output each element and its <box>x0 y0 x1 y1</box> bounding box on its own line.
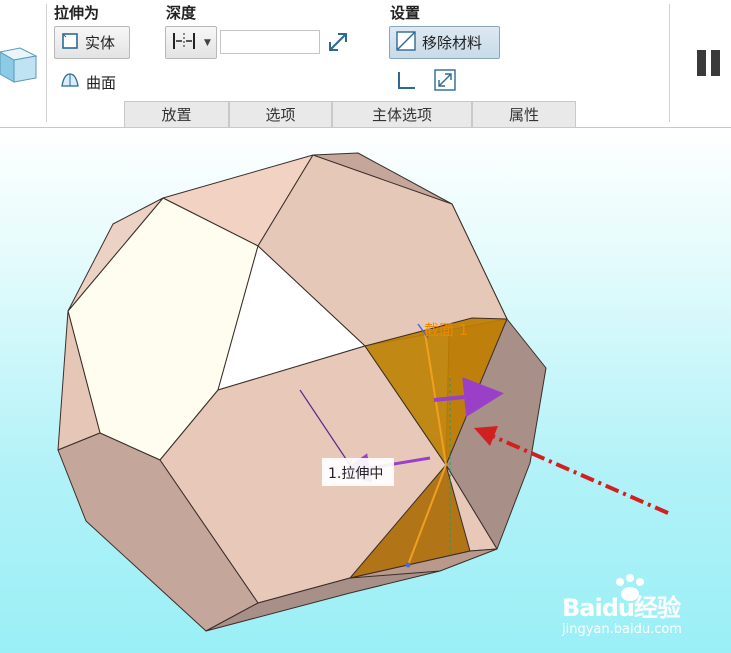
remove-material-label: 移除材料 <box>422 34 483 52</box>
tab-body-options[interactable]: 主体选项 <box>332 101 472 127</box>
flip-direction-button[interactable] <box>326 30 350 54</box>
symmetric-depth-icon <box>170 31 198 55</box>
extrude-feature-icon[interactable] <box>0 44 38 86</box>
tab-placement[interactable]: 放置 <box>124 101 229 127</box>
solid-icon <box>61 32 79 54</box>
flip-material-icon <box>434 69 456 91</box>
solid-button[interactable]: 实体 <box>54 26 130 59</box>
remove-material-button[interactable]: 移除材料 <box>389 26 500 59</box>
toolbar-separator <box>46 4 47 122</box>
tab-options[interactable]: 选项 <box>229 101 332 127</box>
depth-option-button[interactable]: ▼ <box>165 26 217 59</box>
graphics-viewport[interactable]: 截面 1 1.拉伸中 Baidu经验 jingyan.baidu.com <box>0 128 731 653</box>
sketch-label[interactable]: 截面 1 <box>424 321 468 339</box>
thicken-icon <box>398 72 415 89</box>
tab-properties[interactable]: 属性 <box>472 101 576 127</box>
surface-button[interactable]: 曲面 <box>60 70 116 94</box>
extrude-as-label: 拉伸为 <box>54 4 100 22</box>
depth-value-input[interactable] <box>220 30 320 54</box>
extrude-dashboard: 拉伸为 实体 曲面 深度 ▼ 设置 移除材料 放置 选项 主体选项 属性 <box>0 0 731 128</box>
flip-direction-icon <box>329 33 347 51</box>
pause-button[interactable] <box>694 48 724 78</box>
toolbar-separator <box>669 4 670 122</box>
thicken-sketch-button[interactable] <box>396 69 418 91</box>
center-label[interactable]: 1.拉伸中 <box>328 466 383 482</box>
sketch-vertex <box>405 562 411 568</box>
surface-label: 曲面 <box>86 73 117 92</box>
baidu-watermark: Baidu经验 jingyan.baidu.com <box>560 574 710 644</box>
depth-label: 深度 <box>166 4 197 22</box>
pause-icon <box>697 50 720 76</box>
settings-label: 设置 <box>390 4 421 22</box>
watermark-url: jingyan.baidu.com <box>562 622 682 637</box>
solid-label: 实体 <box>85 34 116 52</box>
remove-material-icon <box>396 30 416 55</box>
flip-material-button[interactable] <box>434 69 456 91</box>
watermark-logo: Baidu经验 <box>562 594 681 622</box>
chevron-down-icon: ▼ <box>204 37 211 48</box>
surface-icon <box>60 70 80 94</box>
